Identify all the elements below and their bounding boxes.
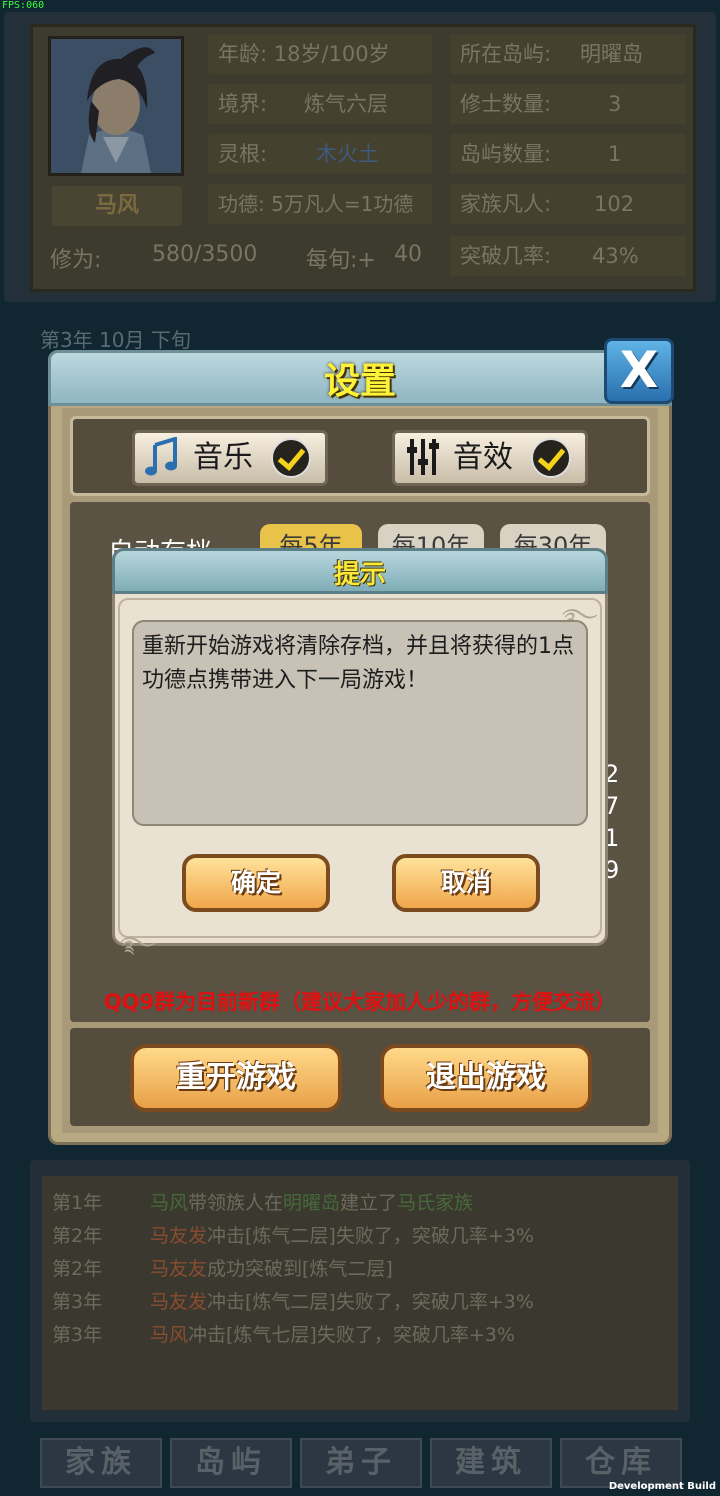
mortals-stat: 家族凡人: 102 [450,184,686,224]
music-check-icon [271,438,311,478]
log-entry: 第2年 马友友成功突破到[炼气二层] [52,1254,393,1281]
log-text: 马氏家族 [397,1192,474,1214]
log-year: 第2年 [52,1225,103,1247]
spirit-root-label: 灵根: [218,142,268,166]
log-text: 冲击[炼气二层]失败了，突破几率+3% [207,1291,534,1313]
log-text: 冲击[炼气七层]失败了，突破几率+3% [188,1324,515,1346]
game-date: 第3年 10月 下旬 [40,328,191,352]
realm-stat: 境界: 炼气六层 [208,84,432,124]
character-name: 马风 [52,186,182,226]
cancel-button[interactable]: 取消 [392,854,540,912]
cultivation-label: 修为: [50,248,102,273]
music-toggle[interactable]: 音乐 [132,430,328,486]
prompt-message: 重新开始游戏将清除存档，并且将获得的1点功德点携带进入下一局游戏！ [142,634,574,693]
log-text: 建立了 [340,1192,398,1214]
island-value: 明曜岛 [580,42,643,66]
sfx-toggle[interactable]: 音效 [392,430,588,486]
dev-build-watermark: Development Build [608,1481,716,1492]
tab-disciples[interactable]: 弟子 [300,1438,422,1488]
log-text: 马友发 [150,1291,208,1313]
log-text: 带领族人在 [188,1192,284,1214]
islands-label: 岛屿数量: [460,142,552,166]
per-period-label: 每旬:+ [306,248,376,273]
log-text: 马友友 [150,1258,208,1280]
cultivators-label: 修士数量: [460,92,552,116]
cultivation-value: 580/3500 [152,242,258,267]
spirit-root-stat: 灵根: 木火土 [208,134,432,174]
island-label: 所在岛屿: [460,42,552,66]
realm-value: 炼气六层 [304,92,388,116]
island-stat: 所在岛屿: 明曜岛 [450,34,686,74]
breakthrough-label: 突破几率: [460,244,552,268]
log-entry: 第3年 马风冲击[炼气七层]失败了，突破几率+3% [52,1320,515,1347]
spirit-root-value: 木火土 [316,142,379,166]
log-text: 冲击[炼气二层]失败了，突破几率+3% [207,1225,534,1247]
close-button[interactable]: X [604,338,674,404]
cultivation-row: 修为: 580/3500 每旬:+ 40 [50,242,422,274]
log-entry: 第3年 马友发冲击[炼气二层]失败了，突破几率+3% [52,1287,534,1314]
log-text: 马风 [150,1324,189,1346]
quit-game-button[interactable]: 退出游戏 [380,1044,592,1112]
log-year: 第2年 [52,1258,103,1280]
sfx-check-icon [531,438,571,478]
per-period-value: 40 [394,242,422,267]
music-note-icon [145,436,179,493]
log-text: 成功突破到[炼气二层] [207,1258,393,1280]
cloud-ornament-icon: ࿐ [120,933,156,958]
music-label: 音乐 [193,440,253,475]
log-year: 第1年 [52,1192,103,1214]
prompt-title: 提示 [333,560,386,590]
equalizer-icon [407,437,439,493]
settings-title: 设置 [323,361,396,402]
tab-buildings[interactable]: 建筑 [430,1438,552,1488]
avatar [48,36,184,176]
tab-family[interactable]: 家族 [40,1438,162,1488]
tab-islands[interactable]: 岛屿 [170,1438,292,1488]
cultivators-value: 3 [608,92,622,116]
islands-count-stat: 岛屿数量: 1 [450,134,686,174]
mortals-label: 家族凡人: [460,192,552,216]
log-text: 马友发 [150,1225,208,1247]
log-text: 明曜岛 [283,1192,341,1214]
restart-game-button[interactable]: 重开游戏 [130,1044,342,1112]
breakthrough-value: 43% [592,244,639,268]
realm-label: 境界: [218,92,268,116]
log-entry: 第2年 马友发冲击[炼气二层]失败了，突破几率+3% [52,1221,534,1248]
log-year: 第3年 [52,1291,103,1313]
fps-counter: FPS:060 [2,0,45,11]
cultivators-stat: 修士数量: 3 [450,84,686,124]
sfx-label: 音效 [453,440,513,475]
log-year: 第3年 [52,1324,103,1346]
log-entry: 第1年 马风带领族人在明曜岛建立了马氏家族 [52,1188,473,1215]
mortals-value: 102 [594,192,635,216]
age-stat: 年龄: 18岁/100岁 [208,34,432,74]
breakthrough-stat: 突破几率: 43% [450,236,686,276]
confirm-button[interactable]: 确定 [182,854,330,912]
qq-group-notice: QQ9群为目前新群（建议大家加人少的群，方便交流） [103,990,617,1014]
merit-stat: 功德: 5万凡人=1功德 [208,184,432,224]
log-text: 马风 [150,1192,189,1214]
islands-value: 1 [608,142,622,166]
